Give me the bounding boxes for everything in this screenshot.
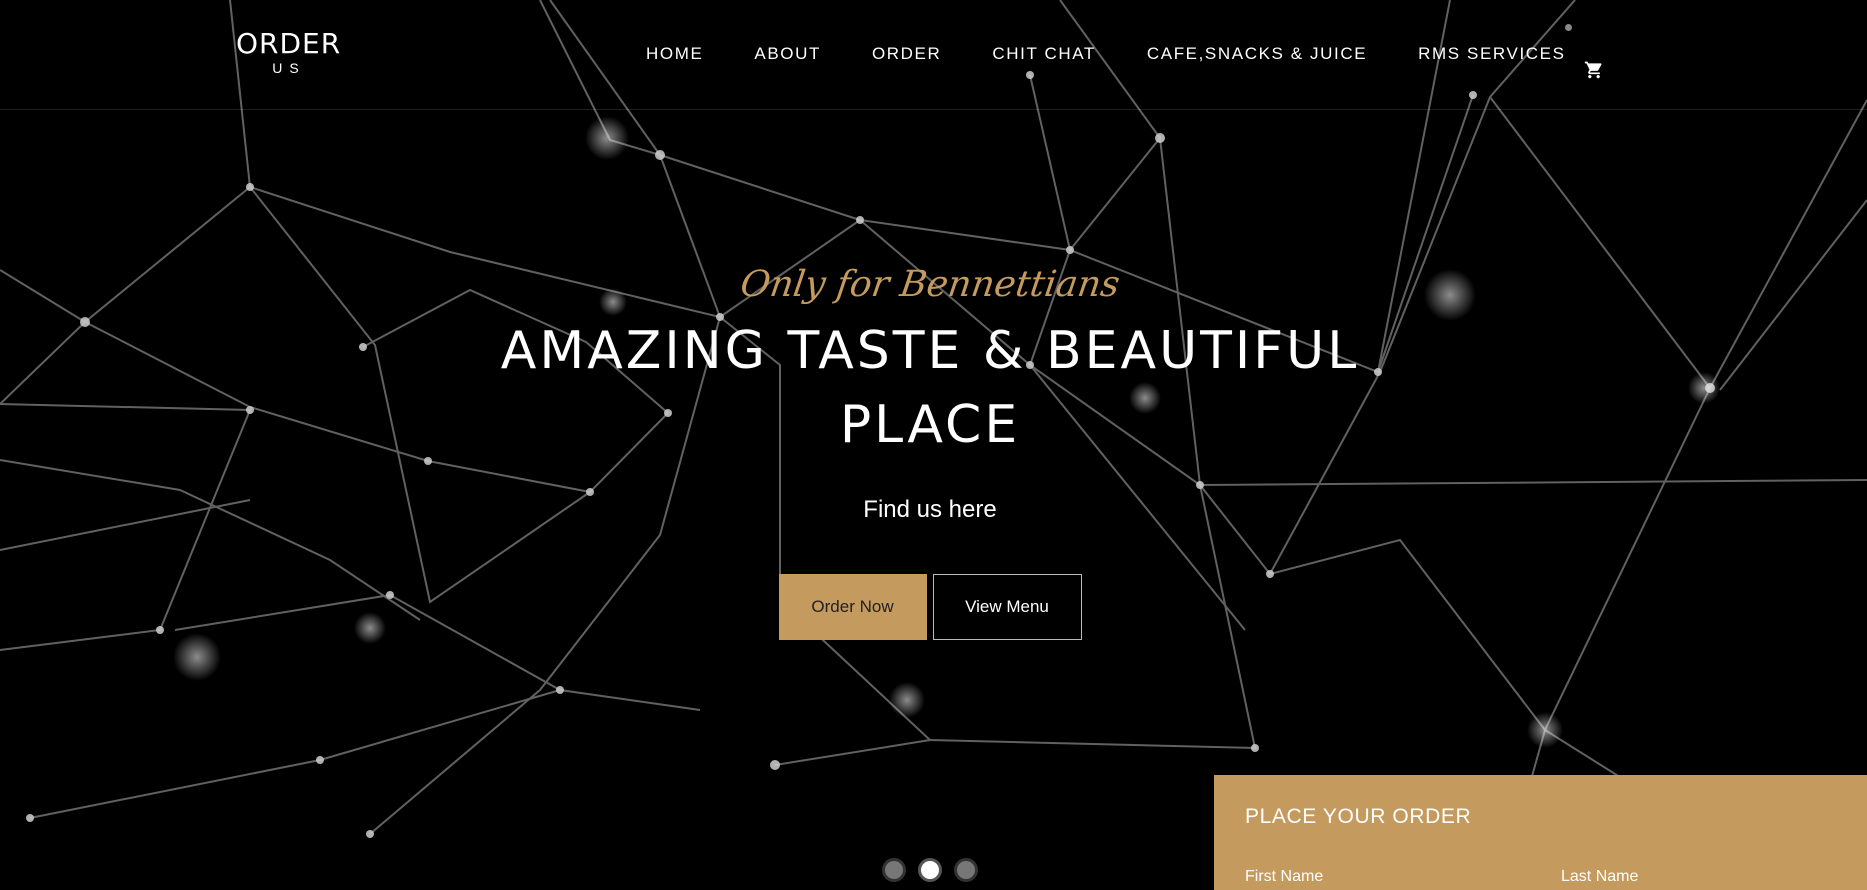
last-name-label: Last Name [1561,868,1639,885]
nav-item-order[interactable]: ORDER [872,44,941,64]
nav-item-rms-services[interactable]: RMS SERVICES [1418,44,1565,64]
hero-buttons: Order Now View Menu [0,574,1860,640]
hero-section: Only for Bennettians AMAZING TASTE & BEA… [0,260,1860,640]
first-name-label: First Name [1245,868,1324,885]
shopping-cart-icon[interactable] [1584,60,1604,80]
hero-headline: AMAZING TASTE & BEAUTIFUL PLACE [500,321,1360,455]
place-order-panel: PLACE YOUR ORDER First Name Last Name [1214,775,1867,890]
slider-dot-3[interactable] [954,858,978,882]
nav-item-chit-chat[interactable]: CHIT CHAT [992,44,1096,64]
hero-subtext: Find us here [863,496,997,523]
nav-item-home[interactable]: HOME [646,44,703,64]
nav-item-about[interactable]: ABOUT [754,44,821,64]
site-header: ORDER US HOME ABOUT ORDER CHIT CHAT CAFE… [0,0,1867,110]
slider-dot-1[interactable] [882,858,906,882]
hero-tagline: Only for Bennettians [737,264,1123,305]
slider-pagination [882,858,978,882]
page: ORDER US HOME ABOUT ORDER CHIT CHAT CAFE… [0,0,1867,890]
view-menu-button[interactable]: View Menu [932,574,1082,640]
slider-dot-2[interactable] [918,858,942,882]
logo[interactable]: ORDER US [236,27,342,77]
cart-count-dot [1565,24,1572,31]
nav-item-cafe-snacks-juice[interactable]: CAFE,SNACKS & JUICE [1147,44,1367,64]
logo-main-text: ORDER [236,27,342,60]
main-nav: HOME ABOUT ORDER CHIT CHAT CAFE,SNACKS &… [646,44,1566,64]
logo-sub-text: US [272,60,306,76]
order-now-button[interactable]: Order Now [778,574,927,640]
order-panel-title: PLACE YOUR ORDER [1245,805,1472,828]
